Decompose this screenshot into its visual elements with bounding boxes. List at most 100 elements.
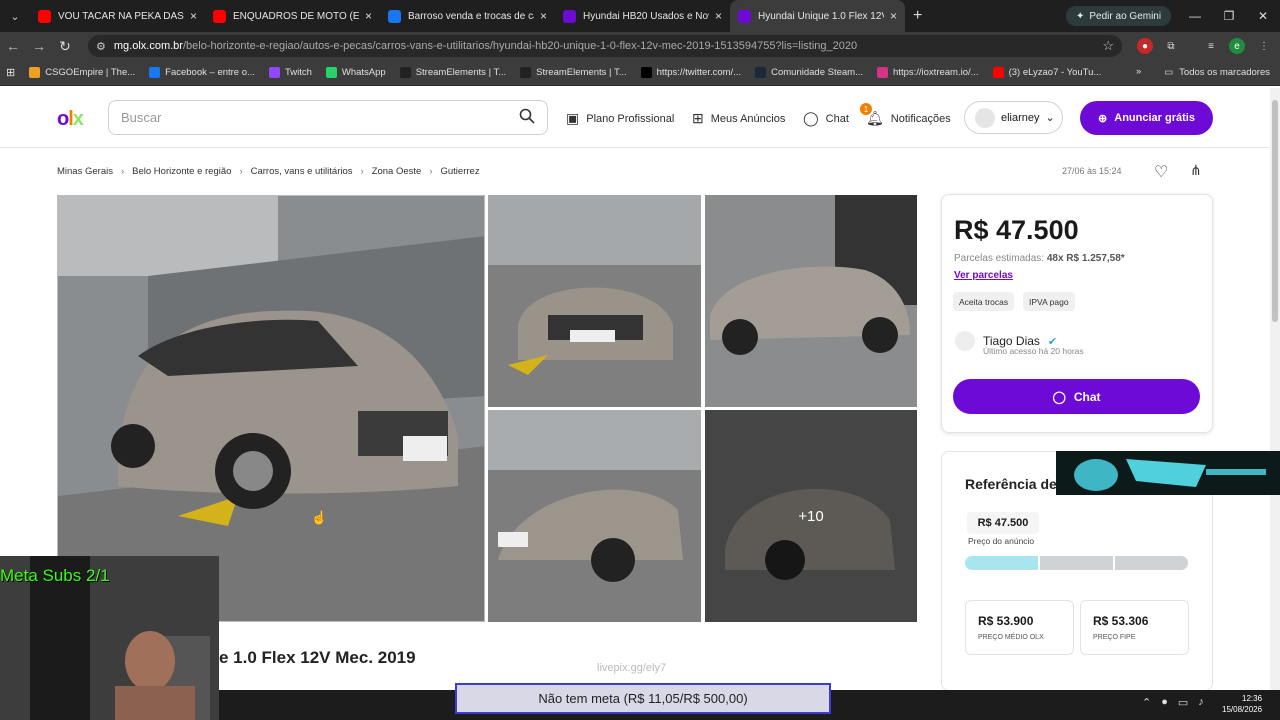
browser-tab[interactable]: ENQUADROS DE MOTO (EP. 14 × xyxy=(205,0,380,32)
nav-chat[interactable]: ◯ Chat xyxy=(803,110,849,127)
clock[interactable]: 12:36 15/08/2026 xyxy=(1222,693,1262,715)
network-icon[interactable]: ▭ xyxy=(1178,696,1188,709)
breadcrumb-item[interactable]: Belo Horizonte e região xyxy=(132,166,231,177)
bookmark-item[interactable]: https://ioxtream.io/... xyxy=(877,67,979,78)
avatar xyxy=(975,107,995,128)
mouse-cursor-icon: ☝ xyxy=(311,510,328,525)
breadcrumb-item[interactable]: Zona Oeste xyxy=(372,166,422,177)
media-icon[interactable]: ≡ xyxy=(1203,38,1219,54)
ver-parcelas-link[interactable]: Ver parcelas xyxy=(954,270,1013,281)
close-tab-icon[interactable]: × xyxy=(190,9,197,23)
fipe-value: R$ 53.306 xyxy=(1093,614,1149,628)
bookmark-item[interactable]: Twitch xyxy=(268,67,312,78)
bookmark-item[interactable]: WhatsApp xyxy=(325,67,386,78)
search-placeholder: Buscar xyxy=(121,110,162,125)
bookmark-item[interactable]: StreamElements | T... xyxy=(520,67,627,78)
ad-title: e 1.0 Flex 12V Mec. 2019 xyxy=(219,648,416,667)
olx-logo[interactable]: olx xyxy=(57,108,84,131)
notification-badge: 1 xyxy=(860,103,872,115)
olx-average-box: R$ 53.900 PREÇO MÉDIO OLX xyxy=(965,600,1074,655)
youtube-icon xyxy=(38,9,51,23)
breadcrumb-item[interactable]: Minas Gerais xyxy=(57,166,113,177)
extensions-icon[interactable]: ⧉ xyxy=(1163,38,1179,54)
profile-avatar[interactable]: e xyxy=(1229,38,1245,54)
browser-tab[interactable]: VOU TACAR NA PEKA DAS BB - × xyxy=(30,0,205,32)
nav-notificacoes[interactable]: 🔔︎ Notificações xyxy=(866,110,951,127)
site-info-icon[interactable]: ⚙ xyxy=(96,40,106,53)
forward-icon[interactable]: → xyxy=(26,38,52,54)
olx-average-value: R$ 53.900 xyxy=(978,614,1034,628)
bookmark-item[interactable]: Facebook – entre o... xyxy=(149,67,255,78)
restore-icon[interactable]: ❐ xyxy=(1212,0,1246,32)
all-bookmarks[interactable]: ▭ Todos os marcadores xyxy=(1164,67,1270,78)
more-photos-overlay[interactable]: +10 xyxy=(705,410,917,622)
livepix-watermark: livepix.gg/ely7 xyxy=(597,662,667,674)
bookmark-item[interactable]: https://twitter.com/... xyxy=(640,67,741,78)
chat-button[interactable]: ◯ Chat xyxy=(953,379,1200,414)
anunciar-button[interactable]: ⊕ Anunciar grátis xyxy=(1080,101,1213,135)
address-bar-row: ← → ↻ ⚙ mg.olx.com.br /belo-horizonte-e-… xyxy=(0,32,1280,60)
minimize-icon[interactable]: — xyxy=(1178,0,1212,32)
apps-grid-icon[interactable]: ⊞ xyxy=(6,66,15,79)
search-icon[interactable] xyxy=(519,108,535,127)
heart-icon[interactable]: ♡ xyxy=(1154,162,1168,182)
page-scrollbar[interactable] xyxy=(1270,88,1280,690)
bookmark-item[interactable]: (3) eLyzao7 - YouTu... xyxy=(992,67,1101,78)
bookmark-item[interactable]: CSGOEmpire | The... xyxy=(29,67,135,78)
browser-tab[interactable]: Barroso venda e trocas de carro × xyxy=(380,0,555,32)
chevron-down-icon: ⌄ xyxy=(1045,112,1055,124)
chat-bubble-icon: ◯ xyxy=(1052,389,1066,404)
bookmark-item[interactable]: StreamElements | T... xyxy=(399,67,506,78)
bookmark-label: StreamElements | T... xyxy=(536,67,627,78)
close-tab-icon[interactable]: × xyxy=(540,9,547,23)
search-input[interactable]: Buscar xyxy=(108,100,548,135)
browser-tab[interactable]: Hyundai HB20 Usados e Novos × xyxy=(555,0,730,32)
more-bookmarks-icon[interactable]: » xyxy=(1136,66,1141,77)
gemini-button[interactable]: ✦ Pedir ao Gemini xyxy=(1066,6,1172,26)
tray-chevron-icon[interactable]: ⌃ xyxy=(1142,696,1151,709)
bookmark-star-icon[interactable]: ☆ xyxy=(1102,38,1114,54)
system-tray: ⌃ ● ▭ ♪ xyxy=(1142,696,1204,709)
reference-ad-price: R$ 47.500 xyxy=(967,512,1039,534)
volume-icon[interactable]: ♪ xyxy=(1198,696,1204,709)
back-icon[interactable]: ← xyxy=(0,38,26,54)
bookmark-icon xyxy=(325,67,337,78)
close-tab-icon[interactable]: × xyxy=(365,9,372,23)
bookmark-item[interactable]: Comunidade Steam... xyxy=(755,67,863,78)
user-menu[interactable]: eliarney ⌄ xyxy=(964,101,1063,134)
scroll-thumb[interactable] xyxy=(1272,100,1278,322)
reference-ad-price-label: Preço do anúncio xyxy=(968,536,1035,546)
close-tab-icon[interactable]: × xyxy=(715,9,722,23)
tab-title: Hyundai Unique 1.0 Flex 12V M xyxy=(758,10,884,22)
gallery-photo-front[interactable] xyxy=(488,195,701,407)
gallery-photo-side[interactable] xyxy=(705,195,917,407)
price: R$ 47.500 xyxy=(954,215,1079,245)
tab-search-icon[interactable]: ⌄ xyxy=(0,10,30,23)
bookmark-label: WhatsApp xyxy=(341,67,386,78)
chat-button-label: Chat xyxy=(1073,389,1101,404)
breadcrumb-item[interactable]: Gutierrez xyxy=(441,166,480,177)
breadcrumb-item[interactable]: Carros, vans e utilitários xyxy=(251,166,353,177)
nav-plano-profissional[interactable]: ▣ Plano Profissional xyxy=(566,110,674,127)
extension-red-icon[interactable]: ● xyxy=(1137,38,1153,54)
close-tab-icon[interactable]: × xyxy=(890,9,897,23)
price-range-mid xyxy=(1040,556,1113,570)
fipe-label: PREÇO FIPE xyxy=(1093,634,1136,641)
close-window-icon[interactable]: ✕ xyxy=(1246,0,1280,32)
new-tab-button[interactable]: + xyxy=(913,7,922,25)
nav-meus-anuncios[interactable]: ⊞ Meus Anúncios xyxy=(692,110,785,127)
browser-tab[interactable]: Hyundai Unique 1.0 Flex 12V M × xyxy=(730,0,905,32)
menu-dots-icon[interactable]: ⋮ xyxy=(1256,38,1272,54)
bookmark-icon xyxy=(268,67,280,78)
breadcrumb-separator-icon: › xyxy=(239,166,243,177)
mic-icon[interactable]: ● xyxy=(1161,696,1168,709)
gallery-photo-angle[interactable] xyxy=(488,410,701,622)
fipe-box: R$ 53.306 PREÇO FIPE xyxy=(1080,600,1189,655)
nav-notificacoes-label: Notificações xyxy=(890,112,951,125)
share-icon[interactable]: ⋔ xyxy=(1190,162,1202,179)
reload-icon[interactable]: ↻ xyxy=(52,38,78,55)
window-controls: — ❐ ✕ xyxy=(1178,0,1280,32)
price-range-low xyxy=(965,556,1038,570)
username: eliarney xyxy=(1001,111,1040,124)
url-input[interactable]: ⚙ mg.olx.com.br /belo-horizonte-e-regiao… xyxy=(88,35,1122,57)
